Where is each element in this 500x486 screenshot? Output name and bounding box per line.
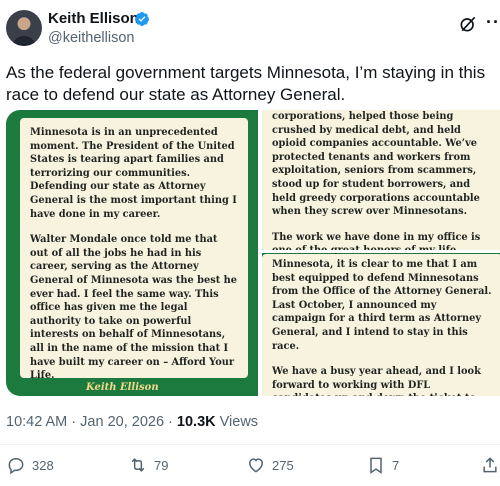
statement-card-right-top: corporations, helped those being crushed… bbox=[262, 110, 500, 256]
heart-icon bbox=[248, 458, 264, 473]
reply-icon bbox=[8, 457, 24, 475]
bookmark-icon bbox=[370, 457, 382, 474]
grok-icon[interactable] bbox=[458, 14, 478, 34]
share-button[interactable] bbox=[480, 454, 500, 476]
action-bar: 328 79 275 7 bbox=[0, 454, 500, 480]
tweet-media-image[interactable]: Minnesota is in an unprecedented moment.… bbox=[6, 110, 500, 396]
signature-logo: Keith Ellison bbox=[86, 382, 159, 393]
statement-card-left: Minnesota is in an unprecedented moment.… bbox=[20, 118, 248, 381]
more-options-icon[interactable]: ··· bbox=[486, 12, 500, 33]
meta-separator: · bbox=[164, 414, 177, 430]
reply-button[interactable]: 328 bbox=[6, 454, 54, 476]
statement-card-right-bottom: Minnesota, it is clear to me that I am b… bbox=[262, 254, 500, 396]
tweet-meta: 10:42 AM · Jan 20, 2026 · 10.3K Views bbox=[6, 414, 258, 430]
statement-paragraph: Walter Mondale once told me that out of … bbox=[30, 234, 238, 382]
tweet-header: Keith Ellison @keithellison ··· bbox=[0, 0, 500, 54]
statement-paragraph: Minnesota, it is clear to me that I am b… bbox=[272, 259, 492, 352]
share-icon bbox=[483, 457, 497, 473]
views-label: Views bbox=[215, 414, 259, 430]
avatar[interactable] bbox=[6, 10, 42, 46]
tweet-date[interactable]: Jan 20, 2026 bbox=[80, 414, 164, 430]
statement-paragraph: corporations, helped those being crushed… bbox=[272, 111, 480, 218]
repost-count: 79 bbox=[154, 457, 169, 473]
tweet-text: As the federal government targets Minnes… bbox=[6, 63, 486, 104]
repost-icon bbox=[131, 458, 145, 472]
reply-count: 328 bbox=[32, 457, 54, 473]
tweet-time[interactable]: 10:42 AM bbox=[6, 414, 67, 430]
repost-button[interactable]: 79 bbox=[128, 454, 168, 476]
bookmark-button[interactable]: 7 bbox=[366, 454, 399, 476]
statement-paragraph: Minnesota is in an unprecedented moment.… bbox=[30, 127, 237, 220]
verified-badge-icon bbox=[134, 12, 149, 26]
like-button[interactable]: 275 bbox=[246, 454, 294, 476]
author-name[interactable]: Keith Ellison bbox=[48, 10, 139, 27]
author-handle[interactable]: @keithellison bbox=[48, 30, 134, 46]
meta-separator: · bbox=[67, 414, 81, 430]
like-count: 275 bbox=[272, 457, 294, 473]
image-divider bbox=[262, 250, 500, 253]
divider bbox=[0, 444, 500, 445]
views-count[interactable]: 10.3K bbox=[177, 414, 216, 430]
bookmark-count: 7 bbox=[392, 457, 400, 473]
statement-paragraph: We have a busy year ahead, and I look fo… bbox=[272, 366, 481, 396]
